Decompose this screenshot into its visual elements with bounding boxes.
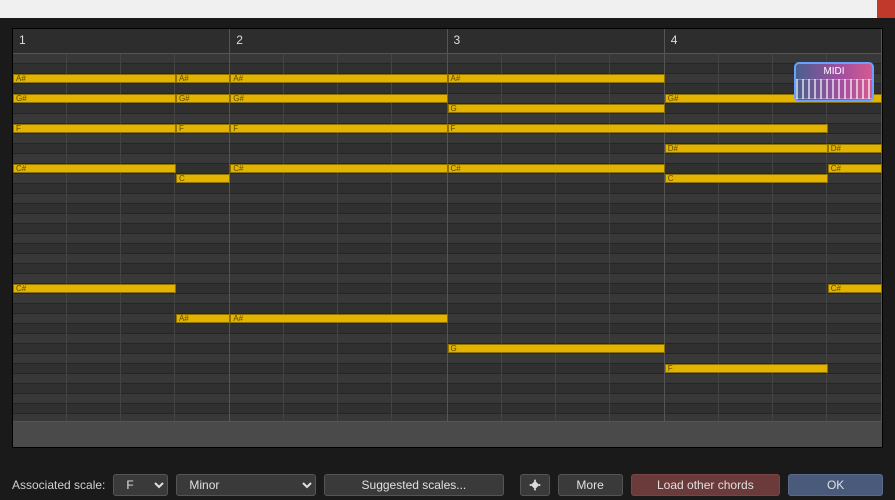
note-block[interactable]: A# bbox=[230, 314, 447, 323]
note-block[interactable]: F bbox=[230, 124, 447, 133]
note-block[interactable]: G# bbox=[176, 94, 230, 103]
ok-button[interactable]: OK bbox=[788, 474, 883, 496]
load-other-chords-button[interactable]: Load other chords bbox=[631, 474, 781, 496]
ruler-bar[interactable]: 3 bbox=[448, 29, 665, 53]
midi-preview-icon bbox=[796, 79, 872, 99]
note-block[interactable]: G bbox=[448, 344, 665, 353]
note-block[interactable]: C# bbox=[13, 284, 176, 293]
note-block[interactable]: F bbox=[665, 364, 828, 373]
note-block[interactable]: C# bbox=[230, 164, 447, 173]
note-block[interactable]: D# bbox=[665, 144, 828, 153]
note-block[interactable]: F bbox=[176, 124, 230, 133]
ruler-bar[interactable]: 4 bbox=[665, 29, 882, 53]
scale-root-select[interactable]: CC#DD#EFF#GG#AA#B bbox=[113, 474, 168, 496]
note-block[interactable]: A# bbox=[176, 74, 230, 83]
bar-ruler[interactable]: 1 2 3 4 bbox=[13, 29, 882, 54]
note-block[interactable]: C# bbox=[828, 164, 882, 173]
midi-drag-badge[interactable]: MIDI bbox=[794, 62, 874, 102]
piano-roll-editor: 1 2 3 4 A#A#A#A#G#G#G#G#GFFFFD#D#C#C#C#C… bbox=[12, 28, 883, 448]
window-titlebar bbox=[0, 0, 895, 18]
note-block[interactable]: A# bbox=[448, 74, 665, 83]
tools-button[interactable] bbox=[520, 474, 550, 496]
suggested-scales-button[interactable]: Suggested scales... bbox=[324, 474, 504, 496]
note-block[interactable]: C bbox=[176, 174, 230, 183]
note-block[interactable]: D# bbox=[828, 144, 882, 153]
ruler-bar[interactable]: 2 bbox=[230, 29, 447, 53]
notes-layer: A#A#A#A#G#G#G#G#GFFFFD#D#C#C#C#C#CCC#C#A… bbox=[13, 54, 882, 421]
note-block[interactable]: G bbox=[448, 104, 665, 113]
note-block[interactable]: F bbox=[448, 124, 828, 133]
note-block[interactable]: A# bbox=[176, 314, 230, 323]
bottom-track-strip[interactable] bbox=[13, 421, 882, 447]
midi-badge-label: MIDI bbox=[796, 66, 872, 77]
note-block[interactable]: A# bbox=[230, 74, 447, 83]
footer-toolbar: Associated scale: CC#DD#EFF#GG#AA#B Majo… bbox=[0, 470, 895, 500]
note-block[interactable]: C bbox=[665, 174, 828, 183]
scale-label: Associated scale: bbox=[12, 478, 105, 492]
note-block[interactable]: A# bbox=[13, 74, 176, 83]
close-icon[interactable] bbox=[877, 0, 895, 18]
scale-mode-select[interactable]: MajorMinorDorianPhrygianLydianMixolydian… bbox=[176, 474, 316, 496]
diamond-icon bbox=[528, 478, 542, 492]
note-block[interactable]: F bbox=[13, 124, 176, 133]
note-block[interactable]: C# bbox=[828, 284, 882, 293]
note-block[interactable]: C# bbox=[13, 164, 176, 173]
note-block[interactable]: G# bbox=[230, 94, 447, 103]
note-block[interactable]: G# bbox=[13, 94, 176, 103]
ruler-bar[interactable]: 1 bbox=[13, 29, 230, 53]
note-block[interactable]: C# bbox=[448, 164, 665, 173]
more-button[interactable]: More bbox=[558, 474, 623, 496]
note-grid[interactable]: A#A#A#A#G#G#G#G#GFFFFD#D#C#C#C#C#CCC#C#A… bbox=[13, 54, 882, 421]
